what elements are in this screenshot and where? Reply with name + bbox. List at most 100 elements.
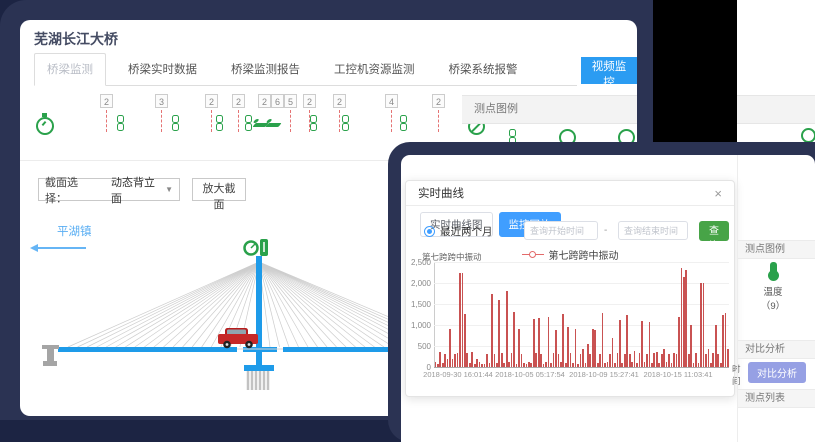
chart-bar (562, 314, 564, 367)
chart-bar (617, 353, 619, 367)
dashed-line (290, 110, 291, 132)
chart-bar (528, 362, 530, 367)
chart-bar (516, 364, 518, 367)
chart-bar (533, 319, 535, 367)
sensor-count-badge: 2 (205, 94, 218, 108)
dashed-line (339, 110, 340, 132)
sensor-count-badge: 4 (385, 94, 398, 108)
chart-bar (479, 362, 481, 367)
chart-bar (491, 294, 493, 368)
chart-bar (471, 352, 473, 367)
chart-bar (671, 363, 673, 367)
chart-bar (526, 364, 528, 367)
x-tick-label: 2018-10-15 11:03:41 (636, 370, 720, 379)
chart-bar (621, 363, 623, 367)
sensor-count-badge: 2 (333, 94, 346, 108)
chart-bar (656, 352, 658, 367)
dashed-line (391, 110, 392, 132)
chart-bar (575, 329, 577, 367)
tab-main-2[interactable]: 桥梁监测报告 (219, 54, 312, 85)
gridline (434, 262, 729, 263)
chart-bar (708, 349, 710, 367)
chart-bar (553, 353, 555, 367)
chart-bar (673, 353, 675, 367)
chart-bar (494, 354, 496, 367)
y-tick-label: 1,000 (406, 321, 431, 330)
y-tick-label: 2,000 (406, 279, 431, 288)
chart-bar (649, 322, 651, 367)
chart-bar (435, 362, 437, 367)
chart-bar (589, 354, 591, 367)
dashed-line (106, 110, 107, 132)
pier-piles (248, 371, 268, 390)
thermometer-icon (770, 262, 777, 274)
x-tick-label: 2018-10-09 15:27:41 (562, 370, 646, 379)
chart-bar (587, 344, 589, 367)
section-select[interactable]: 截面选择： 动态背立面 ▼ (38, 178, 180, 201)
chart-bar (644, 362, 646, 367)
chart-bar (543, 364, 545, 367)
y-tick-label: 500 (406, 342, 431, 351)
sensor-count-badge: 2 (258, 94, 271, 108)
chart-bar (688, 354, 690, 367)
tab-main-4[interactable]: 桥梁系统报警 (437, 54, 530, 85)
chart-bar (690, 325, 692, 367)
chart-bar (503, 363, 505, 367)
chart-bar (442, 363, 444, 367)
video-monitor-button[interactable]: 视频监控 (581, 57, 637, 84)
chart-bar (449, 329, 451, 367)
chart-bar (506, 291, 508, 367)
main-tabbar: 桥梁监测桥梁实时数据桥梁监测报告工控机资源监测桥梁系统报警 (34, 56, 577, 86)
page-title: 芜湖长江大桥 (34, 29, 118, 49)
section-select-value: 动态背立面 (111, 174, 165, 206)
chart-bar (631, 362, 633, 367)
bearing-icon (265, 123, 281, 127)
chain-link-icon (116, 115, 125, 131)
chain-link-icon (215, 115, 224, 131)
abutment-pier (42, 345, 59, 366)
sensor-count-badge: 5 (284, 94, 297, 108)
chart-bar (703, 283, 705, 367)
chart-bar (668, 354, 670, 367)
chart-bar (457, 353, 459, 367)
sensor-count-badge: 2 (232, 94, 245, 108)
y-tick-label: 1,500 (406, 300, 431, 309)
chart-bar (592, 329, 594, 367)
direction-label: 平湖镇 (57, 223, 92, 239)
compare-analysis-button[interactable]: 对比分析 (748, 362, 806, 383)
chart-bar (498, 300, 500, 367)
chart-bar (658, 363, 660, 367)
y-axis-line (434, 262, 435, 367)
chart-bar (469, 363, 471, 367)
chart-bar (538, 318, 540, 367)
dashed-line (211, 110, 212, 132)
chart-bar (484, 364, 486, 367)
chart-bar (725, 313, 727, 367)
chart-bar (481, 364, 483, 367)
chain-link-icon (399, 115, 408, 131)
chart-bar (454, 354, 456, 367)
tab-main-1[interactable]: 桥梁实时数据 (116, 54, 209, 85)
temperature-legend-item[interactable]: 温度 （9） (750, 262, 796, 312)
point-list-header: 测点列表 (738, 389, 815, 408)
chart-bar (508, 362, 510, 367)
tab-main-0[interactable]: 桥梁监测 (34, 53, 106, 86)
chart-bar (513, 312, 515, 367)
chart-bar (466, 353, 468, 367)
chart-bar (489, 363, 491, 367)
gridline (434, 367, 729, 368)
tab-main-3[interactable]: 工控机资源监测 (322, 54, 427, 85)
chart-bar (717, 354, 719, 367)
vibration-chart: 时间 2,5002,0001,5001,00050002018-09-30 16… (406, 181, 736, 398)
chart-bar (518, 329, 520, 367)
chart-bar (700, 283, 702, 367)
chart-bar (521, 354, 523, 367)
enlarge-section-button[interactable]: 放大截面 (192, 178, 246, 201)
video-blank-area (653, 0, 737, 142)
chart-bar (683, 277, 685, 367)
chart-bar (685, 270, 687, 367)
chart-bar (663, 349, 665, 367)
chart-bar (535, 353, 537, 367)
legend-panel-header: 测点图例 (462, 95, 637, 124)
y-tick-label: 2,500 (406, 258, 431, 267)
